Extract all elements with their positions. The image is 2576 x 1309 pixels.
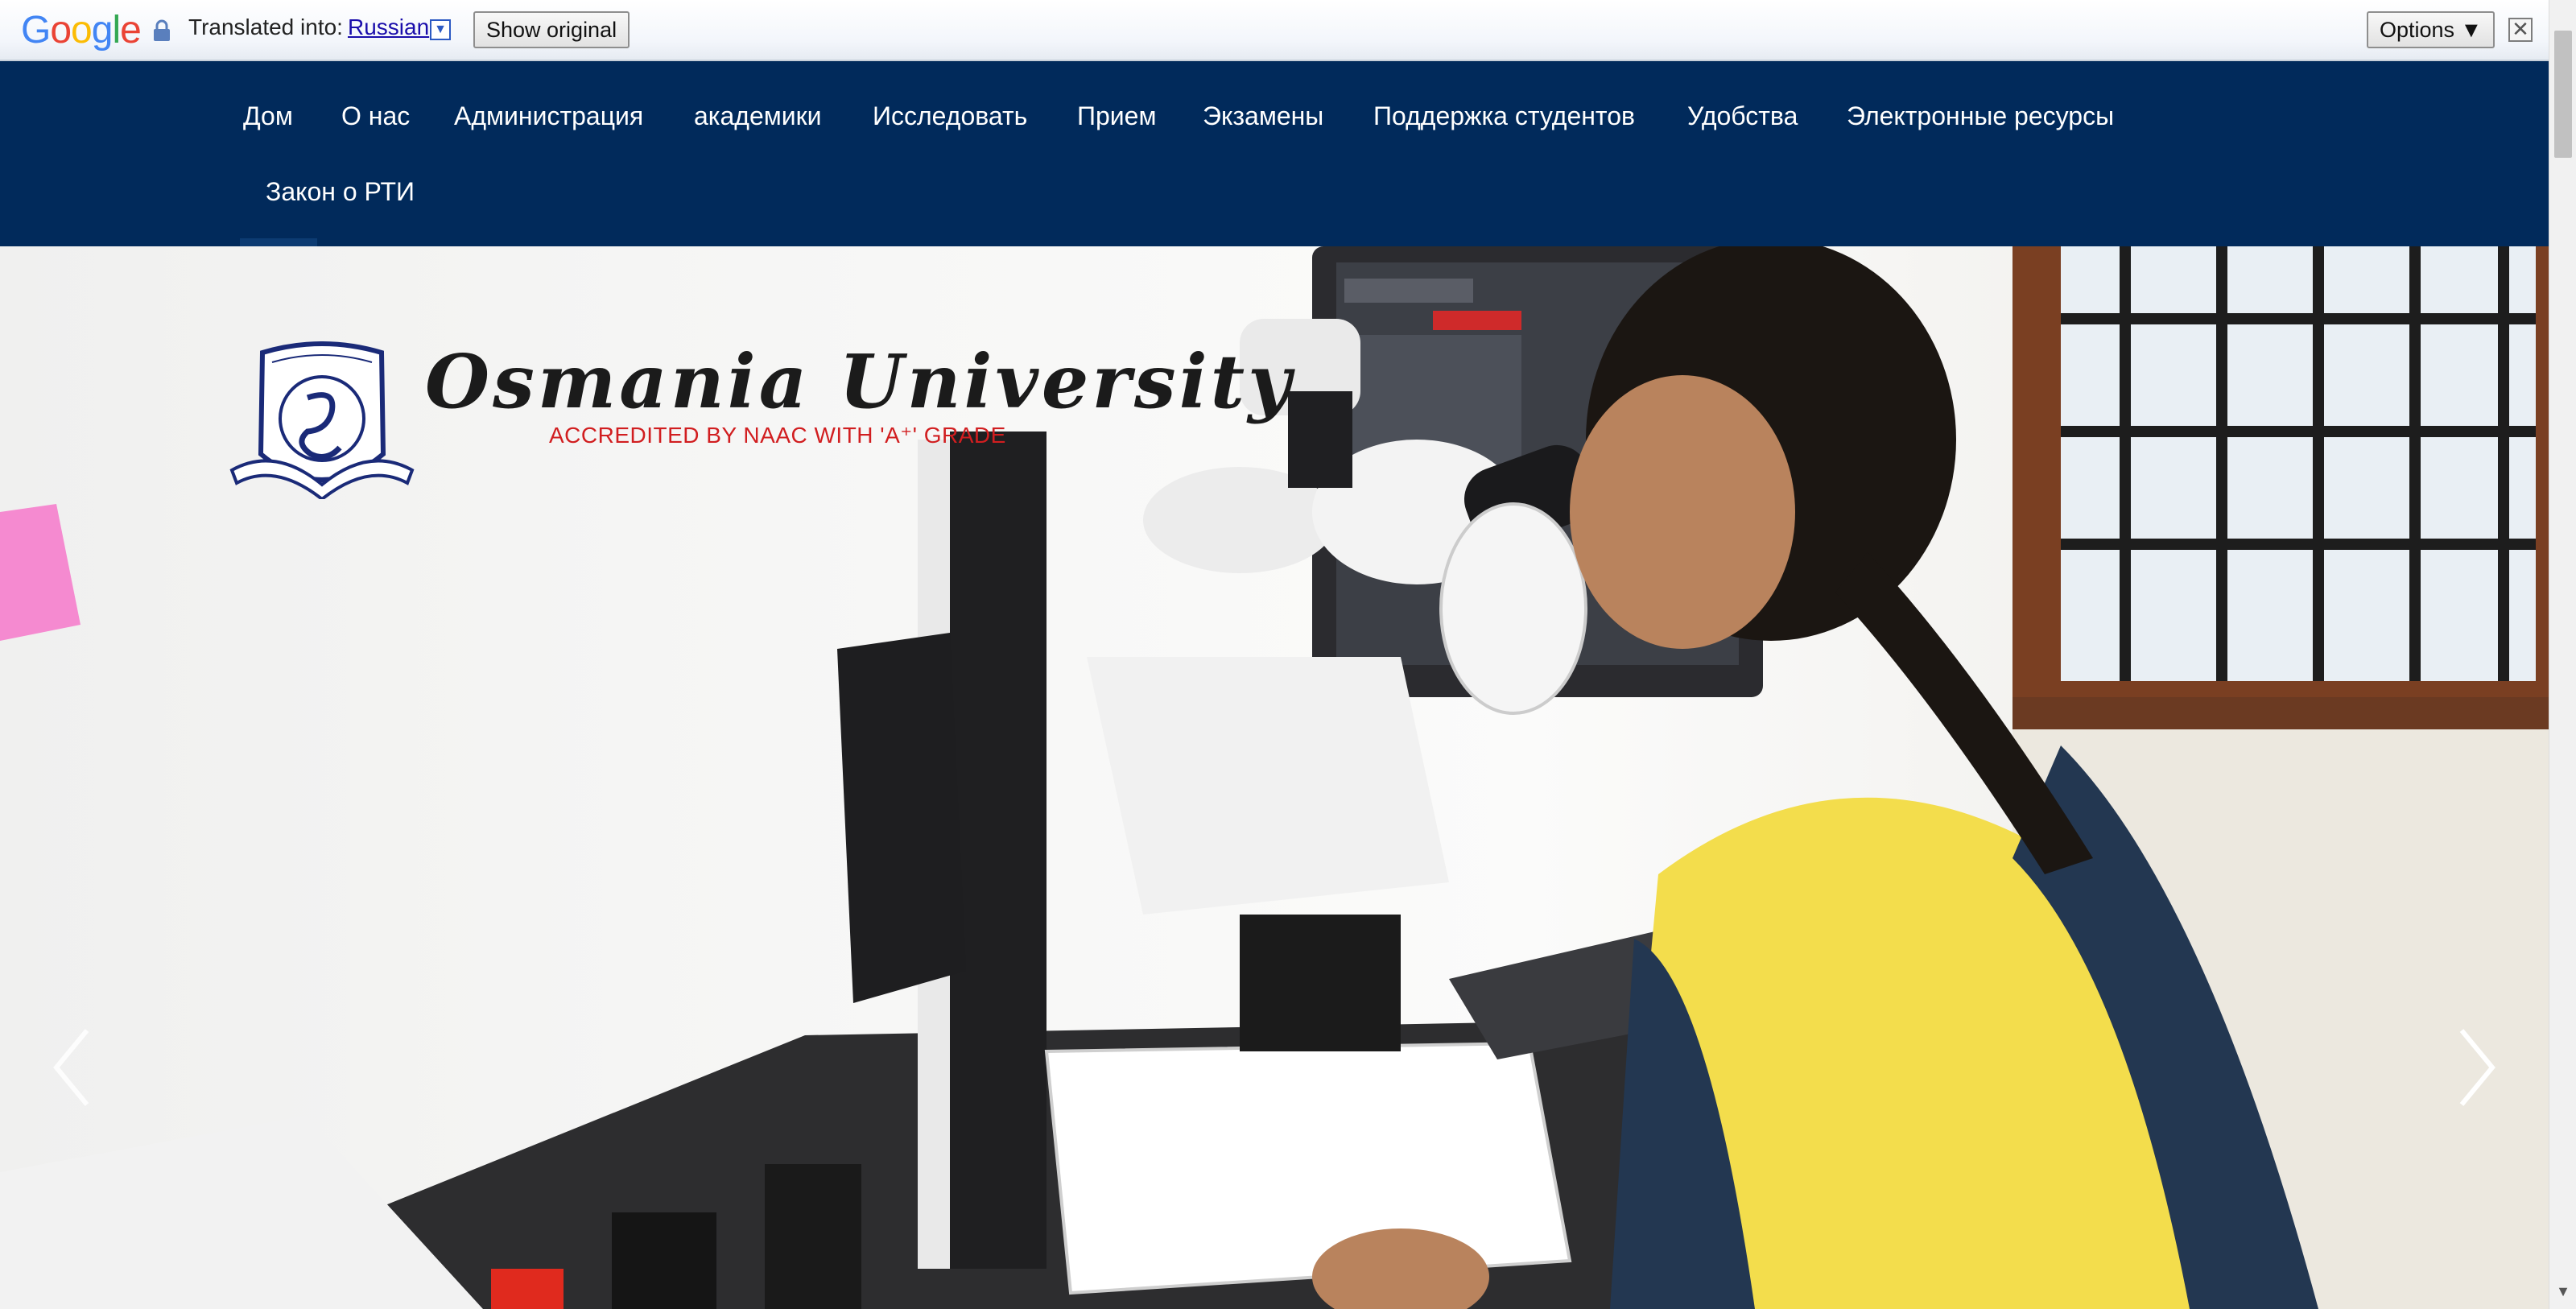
nav-item-facilities[interactable]: Удобства xyxy=(1687,101,1798,131)
lock-icon xyxy=(154,19,170,41)
logo-letter: G xyxy=(21,8,51,52)
nav-item-about[interactable]: О нас xyxy=(341,101,410,131)
nav-item-exams[interactable]: Экзамены xyxy=(1203,101,1323,131)
nav-item-home[interactable]: Дом xyxy=(243,101,293,131)
options-button[interactable]: Options ▼ xyxy=(2367,11,2496,48)
accreditation-text: ACCREDITED BY NAAC WITH 'A⁺' GRADE xyxy=(549,423,1006,448)
nav-item-admissions[interactable]: Прием xyxy=(1077,101,1156,131)
nav-item-e-resources[interactable]: Электронные ресурсы xyxy=(1847,101,2114,131)
logo-letter: e xyxy=(120,8,142,52)
university-name: Osmania University xyxy=(425,338,1294,425)
language-link[interactable]: Russian xyxy=(348,14,429,40)
close-icon[interactable]: ✕ xyxy=(2508,18,2533,42)
logo-letter: l xyxy=(112,8,121,52)
translated-into-label: Translated into: xyxy=(188,14,343,39)
nav-item-student-support[interactable]: Поддержка студентов xyxy=(1373,101,1635,131)
google-logo: Google xyxy=(21,8,142,52)
translate-bar: Google Translated into: Russian ▼ Show o… xyxy=(0,0,2576,61)
language-dropdown-icon[interactable]: ▼ xyxy=(430,19,451,40)
logo-letter: g xyxy=(91,8,114,52)
logo-letter: o xyxy=(71,8,93,52)
scrollbar-thumb[interactable] xyxy=(2554,31,2572,158)
university-seal-logo xyxy=(229,341,415,499)
main-navigation: Дом О нас Администрация академики Исслед… xyxy=(0,61,2549,246)
scroll-down-icon[interactable]: ▼ xyxy=(2549,1283,2576,1307)
page-scrollbar[interactable]: ▲ ▼ xyxy=(2549,0,2576,1309)
chevron-left-icon[interactable] xyxy=(52,1027,92,1108)
hero-carousel: Osmania University ACCREDITED BY NAAC WI… xyxy=(0,246,2549,1309)
nav-item-administration[interactable]: Администрация xyxy=(454,101,643,131)
nav-item-academics[interactable]: академики xyxy=(694,101,822,131)
logo-letter: o xyxy=(50,8,72,52)
nav-item-rti-act[interactable]: Закон о РТИ xyxy=(266,177,415,207)
chevron-right-icon[interactable] xyxy=(2457,1027,2497,1108)
nav-item-research[interactable]: Исследовать xyxy=(873,101,1027,131)
nav-active-indicator xyxy=(240,238,317,246)
show-original-button[interactable]: Show original xyxy=(473,11,630,48)
